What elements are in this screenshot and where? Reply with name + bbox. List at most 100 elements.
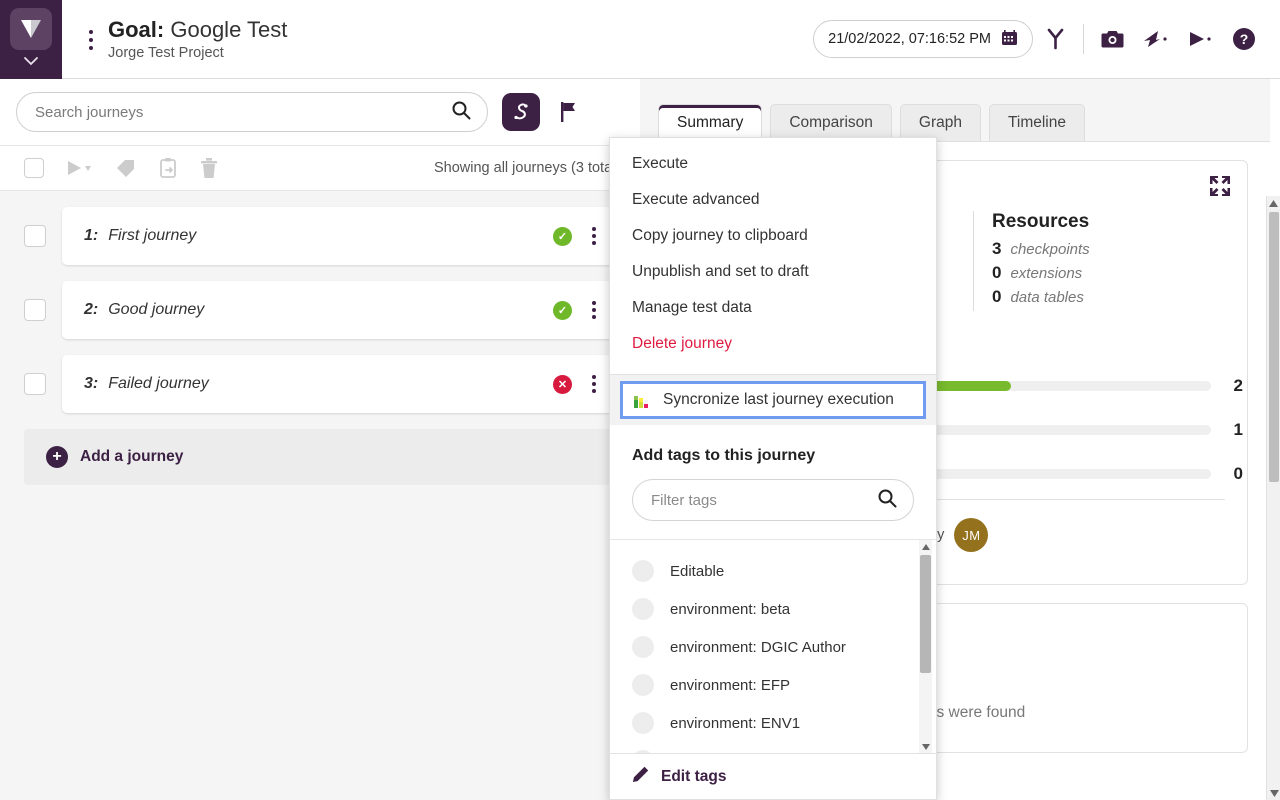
goal-name: Google Test	[170, 17, 287, 42]
tab-timeline[interactable]: Timeline	[989, 104, 1085, 141]
tag-toggle-icon[interactable]	[632, 560, 654, 582]
menu-item-sync-last-execution[interactable]: Syncronize last journey execution	[620, 381, 926, 419]
progress-value: 0	[1225, 464, 1243, 484]
sync-label: Syncronize last journey execution	[663, 391, 894, 409]
journey-checkbox[interactable]	[24, 299, 46, 321]
search-icon[interactable]	[877, 488, 897, 513]
menu-item-unpublish[interactable]: Unpublish and set to draft	[610, 254, 936, 290]
expand-fullscreen-icon[interactable]	[1209, 175, 1231, 202]
check-circle-icon: ✓	[553, 301, 572, 320]
date-field[interactable]: 21/02/2022, 07:16:52 PM	[813, 20, 1033, 58]
help-circle-icon[interactable]: ?	[1222, 17, 1266, 61]
caret-up-icon[interactable]	[919, 540, 932, 553]
menu-item-execute-advanced[interactable]: Execute advanced	[610, 182, 936, 218]
play-icon[interactable]	[1178, 17, 1222, 61]
tag-toggle-icon[interactable]	[632, 712, 654, 734]
journey-path-icon[interactable]	[502, 93, 540, 131]
select-all-checkbox[interactable]	[24, 158, 44, 178]
search-input[interactable]	[33, 103, 451, 122]
search-journeys-box[interactable]	[16, 92, 488, 132]
tag-label: environment: beta	[670, 601, 790, 618]
rocket-icon[interactable]	[1134, 17, 1178, 61]
chart-grid-icon	[633, 391, 651, 409]
filter-tags-box[interactable]	[632, 479, 914, 521]
resource-label: data tables	[1010, 289, 1083, 306]
add-journey-label: Add a journey	[80, 448, 183, 466]
tag-toggle-icon[interactable]	[632, 636, 654, 658]
journey-card[interactable]: 2: Good journey ✓	[62, 281, 616, 339]
x-circle-icon: ✕	[553, 375, 572, 394]
list-item[interactable]: environment: Inception?	[610, 742, 936, 753]
tag-list-scrollbar[interactable]	[919, 540, 932, 753]
avatar[interactable]: JM	[954, 518, 988, 552]
list-item[interactable]: environment: beta	[610, 590, 936, 628]
journey-card[interactable]: 1: First journey ✓	[62, 207, 616, 265]
tag-label: environment: Inception?	[670, 753, 830, 754]
resource-row: 0 extensions	[992, 263, 1090, 283]
page-scrollbar[interactable]	[1266, 196, 1280, 800]
progress-value: 2	[1225, 376, 1243, 396]
status-bar-row: 0	[913, 464, 1243, 484]
toolbar-divider	[1083, 24, 1084, 54]
add-journey-button[interactable]: + Add a journey	[24, 429, 616, 485]
scrollbar-thumb[interactable]	[920, 555, 931, 673]
journey-row-actions: ✓	[553, 223, 602, 249]
titles: Goal: Google Test Jorge Test Project	[108, 17, 287, 61]
list-item[interactable]: environment: ENV1	[610, 704, 936, 742]
camera-icon[interactable]	[1090, 17, 1134, 61]
menu-item-delete-journey[interactable]: Delete journey	[610, 326, 936, 362]
search-icon[interactable]	[451, 100, 471, 125]
tag-toggle-icon[interactable]	[632, 674, 654, 696]
tab-graph[interactable]: Graph	[900, 104, 981, 141]
list-item[interactable]: Editable	[610, 552, 936, 590]
tag-toggle-icon[interactable]	[632, 750, 654, 753]
tag-label: environment: DGIC Author	[670, 639, 846, 656]
progress-track	[913, 381, 1211, 391]
journey-kebab-menu[interactable]	[586, 297, 602, 323]
status-bar-row: 2	[913, 376, 1243, 396]
tab-summary[interactable]: Summary	[658, 104, 762, 141]
journey-kebab-menu[interactable]	[586, 371, 602, 397]
journey-checkbox[interactable]	[24, 373, 46, 395]
journey-name: First journey	[108, 227, 196, 245]
run-selected-icon[interactable]	[66, 156, 92, 180]
project-name: Jorge Test Project	[108, 45, 287, 61]
journey-checkbox[interactable]	[24, 225, 46, 247]
details-tabs: Summary Comparison Graph Timeline	[640, 79, 1270, 141]
menu-item-manage-test-data[interactable]: Manage test data	[610, 290, 936, 326]
branch-merge-icon[interactable]	[1033, 17, 1077, 61]
app-header: Goal: Google Test Jorge Test Project 21/…	[0, 0, 1280, 79]
date-value: 21/02/2022, 07:16:52 PM	[828, 31, 991, 47]
page-title: Goal: Google Test	[108, 17, 287, 42]
resource-label: extensions	[1010, 265, 1082, 282]
clipboard-copy-icon[interactable]	[158, 156, 178, 180]
filter-tags-input[interactable]	[649, 491, 877, 510]
menu-item-execute[interactable]: Execute	[610, 146, 936, 182]
journey-kebab-menu[interactable]	[586, 223, 602, 249]
list-item[interactable]: environment: EFP	[610, 666, 936, 704]
journey-card[interactable]: 3: Failed journey ✕	[62, 355, 616, 413]
resources-title: Resources	[992, 211, 1090, 233]
kebab-menu-icon[interactable]	[80, 30, 102, 50]
menu-item-copy-journey[interactable]: Copy journey to clipboard	[610, 218, 936, 254]
edit-tags-button[interactable]: Edit tags	[610, 753, 936, 799]
tag-toggle-icon[interactable]	[632, 598, 654, 620]
caret-down-icon[interactable]	[1267, 786, 1280, 800]
header-title-area: Goal: Google Test Jorge Test Project	[62, 0, 287, 78]
header-toolbar: 21/02/2022, 07:16:52 PM	[813, 0, 1280, 78]
v-logo-icon[interactable]	[10, 8, 52, 50]
chevron-down-icon[interactable]	[23, 55, 39, 67]
plus-circle-icon: +	[46, 446, 68, 468]
list-item[interactable]: environment: DGIC Author	[610, 628, 936, 666]
tag-label: environment: ENV1	[670, 715, 800, 732]
journeys-panel: Showing all journeys (3 total 1: First j…	[0, 79, 640, 800]
caret-down-icon[interactable]	[919, 740, 932, 753]
calendar-icon[interactable]	[1001, 29, 1018, 50]
tag-icon[interactable]	[114, 156, 136, 180]
flag-icon[interactable]	[554, 93, 584, 131]
caret-up-icon[interactable]	[1267, 196, 1280, 210]
context-menu-items: Execute Execute advanced Copy journey to…	[610, 138, 936, 368]
scrollbar-thumb[interactable]	[1269, 212, 1279, 482]
tab-comparison[interactable]: Comparison	[770, 104, 892, 141]
trash-icon[interactable]	[200, 156, 218, 180]
